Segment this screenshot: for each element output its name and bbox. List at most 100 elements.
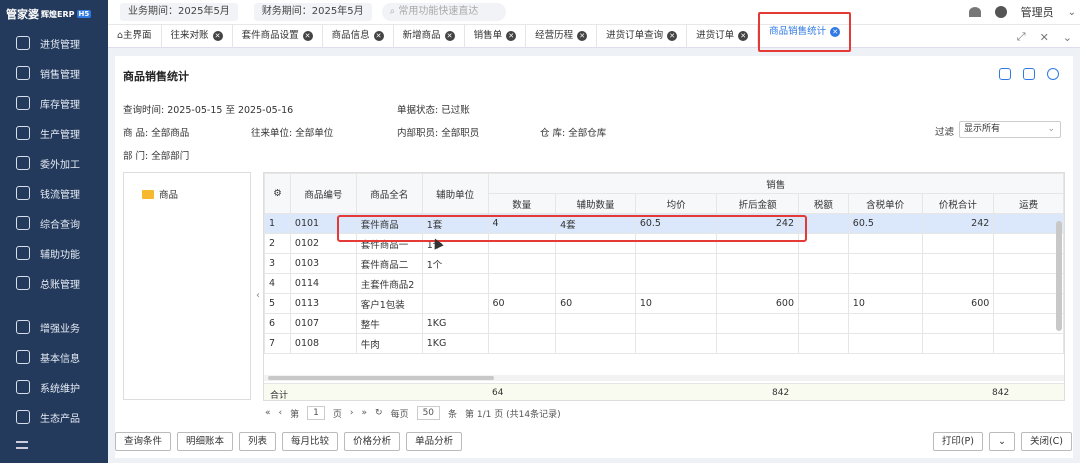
tab[interactable]: 进货订单 ✕ <box>687 24 759 48</box>
table-cell[interactable]: 客户1包装 <box>355 293 423 314</box>
table-cell[interactable]: 1KG <box>421 333 489 354</box>
table-cell[interactable] <box>798 273 849 294</box>
tab[interactable]: 进货订单查询 ✕ <box>597 24 688 48</box>
table-cell[interactable]: 4 <box>264 273 291 294</box>
sidebar-item[interactable]: 总账管理 <box>0 268 108 298</box>
close-all-icon[interactable]: ✕ <box>1040 31 1049 44</box>
table-cell[interactable]: 1 <box>264 213 291 234</box>
print-dropdown-button[interactable]: ⌄ <box>988 432 1015 451</box>
table-cell[interactable] <box>921 313 995 334</box>
table-cell[interactable] <box>921 253 995 274</box>
favorite-icon[interactable] <box>968 7 981 17</box>
finance-period[interactable]: 财务期间：2025年5月 <box>253 3 372 21</box>
table-cell[interactable]: 0114 <box>289 273 357 294</box>
sidebar-item[interactable]: 销售管理 <box>0 58 108 88</box>
table-cell[interactable]: 主套件商品2 <box>355 273 423 294</box>
close-tab-icon[interactable]: ✕ <box>738 31 749 41</box>
sidebar-item[interactable]: 生产管理 <box>0 118 108 148</box>
col-header[interactable]: 辅助数量 <box>555 193 636 214</box>
col-header[interactable]: 税额 <box>798 193 849 214</box>
table-cell[interactable] <box>716 313 799 334</box>
first-page-icon[interactable]: « <box>265 408 271 418</box>
sidebar-item[interactable]: 系统维护 <box>0 372 108 402</box>
per-page-input[interactable]: 50 <box>416 406 441 420</box>
table-cell[interactable] <box>634 333 718 354</box>
sidebar-item[interactable]: 库存管理 <box>0 88 108 118</box>
table-cell[interactable] <box>921 273 995 294</box>
table-cell[interactable] <box>993 233 1064 254</box>
tree-node-root[interactable]: 商品 <box>142 187 178 201</box>
table-cell[interactable]: 2 <box>264 233 291 254</box>
print-button[interactable]: 打印(P) <box>932 432 983 451</box>
tab[interactable]: 销售单 ✕ <box>465 24 527 48</box>
scroll-thumb[interactable] <box>268 376 494 380</box>
col-header[interactable]: 商品编号 <box>289 173 357 214</box>
col-header[interactable]: 数量 <box>487 193 557 214</box>
table-cell[interactable]: 牛肉 <box>355 333 423 354</box>
table-cell[interactable]: 60 <box>555 293 636 314</box>
table-cell[interactable] <box>487 253 557 274</box>
close-button[interactable]: 关闭(C) <box>1020 432 1072 451</box>
table-cell[interactable]: 3 <box>264 253 291 274</box>
sidebar-item[interactable]: 增强业务 <box>0 312 108 342</box>
vertical-scrollbar[interactable] <box>1056 221 1062 331</box>
last-page-icon[interactable]: » <box>362 408 368 418</box>
table-cell[interactable] <box>634 253 718 274</box>
table-cell[interactable]: 1KG <box>421 313 489 334</box>
horizontal-scrollbar[interactable] <box>264 375 1064 381</box>
toolbar-button[interactable]: 每月比较 <box>282 432 339 451</box>
table-cell[interactable] <box>487 273 557 294</box>
col-header[interactable]: 辅助单位 <box>421 173 489 214</box>
filter-icon[interactable] <box>1023 68 1035 80</box>
sidebar-item[interactable]: 进货管理 <box>0 28 108 58</box>
table-cell[interactable]: 0108 <box>289 333 357 354</box>
collapse-tree-icon[interactable]: ‹ <box>256 290 260 301</box>
refresh-icon[interactable]: ↻ <box>375 408 383 418</box>
table-cell[interactable]: 6 <box>264 313 291 334</box>
table-cell[interactable] <box>798 253 849 274</box>
table-cell[interactable]: 1个 <box>421 253 489 274</box>
close-tab-icon[interactable]: ✕ <box>302 31 313 41</box>
sidebar-item[interactable]: 辅助功能 <box>0 238 108 268</box>
table-cell[interactable] <box>993 333 1064 354</box>
toolbar-button[interactable]: 单品分析 <box>406 432 463 451</box>
table-cell[interactable]: 600 <box>921 293 995 314</box>
close-tab-icon[interactable]: ✕ <box>444 31 455 41</box>
col-header[interactable]: 含税单价 <box>847 193 923 214</box>
table-cell[interactable] <box>487 333 557 354</box>
table-cell[interactable] <box>421 273 489 294</box>
search-input[interactable]: ⌕ 常用功能快速直达 <box>381 3 506 21</box>
table-cell[interactable]: 0107 <box>289 313 357 334</box>
close-tab-icon[interactable]: ✕ <box>506 31 517 41</box>
toolbar-button[interactable]: 价格分析 <box>344 432 401 451</box>
tab[interactable]: 套件商品设置 ✕ <box>233 24 323 48</box>
col-header[interactable]: 折后金额 <box>716 193 799 214</box>
table-cell[interactable]: 10 <box>634 293 718 314</box>
chevron-down-icon[interactable]: ⌄ <box>1063 31 1072 44</box>
fullscreen-icon[interactable]: ⤢ <box>1017 30 1026 44</box>
menu-icon[interactable] <box>16 441 28 449</box>
table-cell[interactable] <box>993 273 1064 294</box>
table-row[interactable]: 6 0107 整牛 1KG <box>264 313 1064 334</box>
table-cell[interactable] <box>798 333 849 354</box>
table-cell[interactable] <box>847 273 923 294</box>
tab[interactable]: 新增商品 ✕ <box>394 24 465 48</box>
tab[interactable]: ⌂ 主界面 <box>108 24 162 48</box>
sidebar-item[interactable]: 基本信息 <box>0 342 108 372</box>
table-cell[interactable] <box>634 273 718 294</box>
toolbar-button[interactable]: 查询条件 <box>115 432 172 451</box>
table-row[interactable]: 3 0103 套件商品二 1个 <box>264 253 1064 274</box>
table-cell[interactable]: 10 <box>847 293 923 314</box>
close-tab-icon[interactable]: ✕ <box>212 31 223 41</box>
sidebar-item[interactable]: 委外加工 <box>0 148 108 178</box>
table-row[interactable]: 5 0113 客户1包装 60 60 10 600 10 600 <box>264 293 1064 314</box>
table-cell[interactable] <box>716 273 799 294</box>
table-cell[interactable]: 5 <box>264 293 291 314</box>
table-cell[interactable] <box>798 293 849 314</box>
table-cell[interactable] <box>716 333 799 354</box>
sidebar-item[interactable]: 钱流管理 <box>0 178 108 208</box>
col-header[interactable]: 价税合计 <box>921 193 995 214</box>
table-cell[interactable]: 0103 <box>289 253 357 274</box>
table-cell[interactable] <box>487 313 557 334</box>
table-cell[interactable]: 242 <box>921 213 995 234</box>
